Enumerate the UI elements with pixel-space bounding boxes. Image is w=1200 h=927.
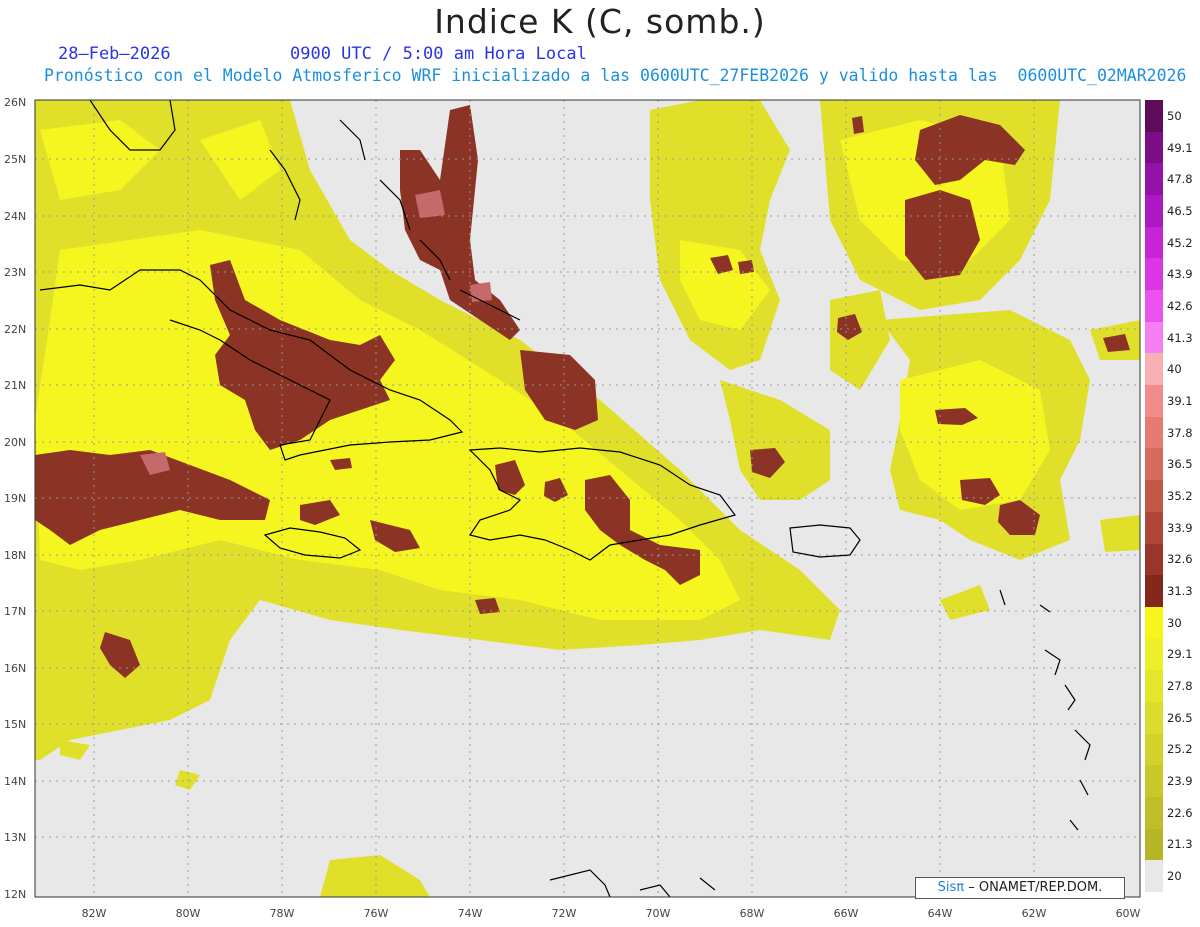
colorbar-segment [1145, 670, 1163, 703]
colorbar-label: 45.2 [1167, 235, 1193, 250]
lon-label: 78W [270, 907, 295, 920]
colorbar-segment [1145, 416, 1163, 449]
credit-box: Sisπ – ONAMET/REP.DOM. [915, 877, 1125, 899]
colorbar-segment [1145, 511, 1163, 544]
colorbar-segment [1145, 448, 1163, 481]
colorbar-segment [1145, 765, 1163, 798]
colorbar-label: 46.5 [1167, 203, 1193, 218]
colorbar-label: 49.1 [1167, 140, 1193, 155]
lat-label: 15N [4, 718, 26, 731]
colorbar-label: 31.3 [1167, 584, 1193, 599]
colorbar-segment [1145, 290, 1163, 323]
colorbar-segment [1145, 258, 1163, 291]
latitude-labels: 26N 25N 24N 23N 22N 21N 20N 19N 18N 17N … [4, 96, 26, 901]
lat-label: 13N [4, 831, 26, 844]
colorbar-label: 20 [1167, 869, 1182, 884]
colorbar-label: 35.2 [1167, 489, 1193, 503]
lon-label: 68W [740, 907, 765, 920]
colorbar-label: 40 [1167, 362, 1182, 377]
colorbar-label: 32.6 [1167, 552, 1193, 567]
colorbar-segment [1145, 163, 1163, 196]
colorbar-segment [1145, 860, 1163, 893]
colorbar-segment [1145, 480, 1163, 513]
colorbar-segment [1145, 226, 1163, 259]
lon-label: 74W [458, 907, 483, 920]
colorbar-label: 26.5 [1167, 710, 1193, 725]
colorbar-label: 47.8 [1167, 172, 1193, 187]
colorbar-label: 30 [1167, 615, 1182, 630]
colorbar-segment [1145, 606, 1163, 640]
k-index-map: 26N 25N 24N 23N 22N 21N 20N 19N 18N 17N … [4, 96, 1141, 920]
colorbar-segment [1145, 131, 1163, 164]
lat-label: 23N [4, 266, 26, 279]
lon-label: 70W [646, 907, 671, 920]
colorbar-segment [1145, 638, 1163, 671]
lon-label: 80W [176, 907, 201, 920]
lon-label: 72W [552, 907, 577, 920]
lat-label: 19N [4, 492, 26, 505]
lat-label: 12N [4, 888, 26, 901]
lon-label: 66W [834, 907, 859, 920]
colorbar-segment [1145, 733, 1163, 766]
lat-label: 17N [4, 605, 26, 618]
lon-label: 82W [82, 907, 107, 920]
colorbar-label: 36.5 [1167, 457, 1193, 472]
lon-label: 60W [1116, 907, 1141, 920]
colorbar-segment [1145, 321, 1163, 354]
colorbar-label: 23.9 [1167, 774, 1193, 789]
colorbar-label: 22.6 [1167, 805, 1193, 820]
colorbar-label: 27.8 [1167, 679, 1193, 694]
lat-label: 14N [4, 775, 26, 788]
colorbar-segment [1145, 100, 1163, 133]
colorbar-label: 41.3 [1167, 330, 1193, 345]
colorbar-segment [1145, 828, 1163, 861]
lat-label: 20N [4, 436, 26, 449]
colorbar-label: 29.1 [1167, 647, 1193, 662]
lat-label: 21N [4, 379, 26, 392]
lat-label: 24N [4, 210, 26, 223]
lat-label: 22N [4, 323, 26, 336]
colorbar-label: 33.9 [1167, 520, 1193, 535]
colorbar-label: 43.9 [1167, 267, 1193, 282]
colorbar-segment [1145, 353, 1163, 386]
colorbar-segment [1145, 575, 1163, 608]
lat-label: 25N [4, 153, 26, 166]
lat-label: 16N [4, 662, 26, 675]
colorbar-segment [1145, 796, 1163, 830]
colorbar-label: 50 [1167, 108, 1182, 123]
colorbar-segment [1145, 701, 1163, 735]
colorbar-label: 37.8 [1167, 425, 1193, 440]
lon-label: 62W [1022, 907, 1047, 920]
lon-label: 76W [364, 907, 389, 920]
colorbar-label: 39.1 [1167, 393, 1193, 408]
lat-label: 18N [4, 549, 26, 562]
sispi-logo: Sisπ [937, 880, 965, 895]
colorbar-label: 25.2 [1167, 742, 1193, 757]
colorbar-segment [1145, 543, 1163, 576]
lon-label: 64W [928, 907, 953, 920]
colorbar-segment [1145, 195, 1163, 228]
colorbar-segment [1145, 385, 1163, 418]
longitude-labels: 82W 80W 78W 76W 74W 72W 70W 68W 66W 64W … [82, 907, 1141, 920]
credit-text: – ONAMET/REP.DOM. [968, 880, 1103, 895]
lat-label: 26N [4, 96, 26, 109]
colorbar-label: 42.6 [1167, 298, 1193, 313]
colorbar-label: 21.3 [1167, 837, 1193, 852]
colorbar [1145, 100, 1163, 893]
